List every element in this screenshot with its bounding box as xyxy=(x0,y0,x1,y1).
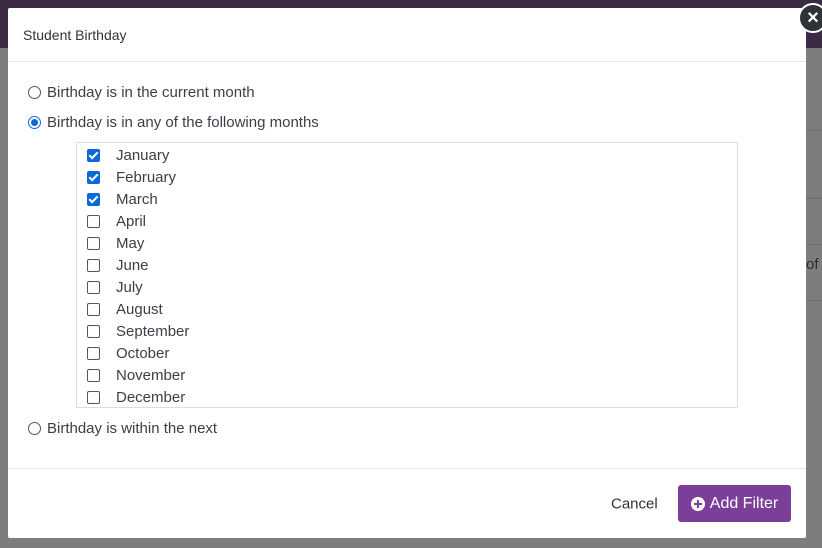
background-partial-text: of xyxy=(806,256,819,273)
month-item-september[interactable]: September xyxy=(87,320,189,342)
option-current-month[interactable]: Birthday is in the current month xyxy=(28,84,255,101)
background-divider xyxy=(806,130,822,131)
modal-footer: Cancel Add Filter xyxy=(8,468,806,539)
student-birthday-modal: Student Birthday Birthday is in the curr… xyxy=(8,3,822,539)
month-item-may[interactable]: May xyxy=(87,232,144,254)
month-label: July xyxy=(116,278,143,296)
month-label: April xyxy=(116,212,147,230)
checkbox-april[interactable] xyxy=(87,214,100,228)
checkbox-november[interactable] xyxy=(87,368,100,382)
month-label: March xyxy=(116,190,158,208)
checkbox-may[interactable] xyxy=(87,236,100,250)
option-label: Birthday is in the current month xyxy=(47,84,255,101)
month-label: May xyxy=(116,234,145,252)
background-divider xyxy=(806,300,822,301)
radio-current-month[interactable] xyxy=(28,86,41,99)
cancel-button[interactable]: Cancel xyxy=(611,496,658,513)
option-within-next[interactable]: Birthday is within the next xyxy=(28,420,217,437)
month-label: November xyxy=(116,366,186,384)
month-item-march[interactable]: March xyxy=(87,188,158,210)
month-label: January xyxy=(116,146,170,164)
option-label: Birthday is within the next xyxy=(47,420,218,437)
month-item-february[interactable]: February xyxy=(87,166,176,188)
background-divider xyxy=(806,198,822,199)
month-label: October xyxy=(116,344,170,362)
option-label: Birthday is in any of the following mont… xyxy=(47,114,319,131)
plus-circle-icon xyxy=(690,496,705,511)
checkbox-march[interactable] xyxy=(87,192,100,206)
month-item-november[interactable]: November xyxy=(87,364,185,386)
checkbox-january[interactable] xyxy=(87,148,100,162)
month-item-april[interactable]: April xyxy=(87,210,146,232)
month-label: June xyxy=(116,256,149,274)
checkbox-october[interactable] xyxy=(87,346,100,360)
modal-header: Student Birthday xyxy=(8,8,806,62)
checkbox-august[interactable] xyxy=(87,302,100,316)
month-label: September xyxy=(116,322,190,340)
month-list: January February March April May June Ju… xyxy=(76,142,738,408)
background-divider xyxy=(806,244,822,245)
month-item-january[interactable]: January xyxy=(87,144,169,166)
month-item-july[interactable]: July xyxy=(87,276,143,298)
month-item-august[interactable]: August xyxy=(87,298,163,320)
checkbox-july[interactable] xyxy=(87,280,100,294)
close-icon[interactable]: × xyxy=(798,3,822,33)
add-filter-button[interactable]: Add Filter xyxy=(678,485,791,522)
radio-within-next[interactable] xyxy=(28,422,41,435)
checkbox-february[interactable] xyxy=(87,170,100,184)
month-item-october[interactable]: October xyxy=(87,342,169,364)
month-label: August xyxy=(116,300,163,318)
modal-title: Student Birthday xyxy=(23,26,127,43)
month-label: December xyxy=(116,388,186,406)
radio-following-months[interactable] xyxy=(28,116,41,129)
checkbox-december[interactable] xyxy=(87,390,100,404)
add-filter-label: Add Filter xyxy=(709,494,779,512)
option-following-months[interactable]: Birthday is in any of the following mont… xyxy=(28,114,319,131)
month-item-december[interactable]: December xyxy=(87,386,185,408)
month-label: February xyxy=(116,168,177,186)
checkbox-june[interactable] xyxy=(87,258,100,272)
checkbox-september[interactable] xyxy=(87,324,100,338)
month-item-june[interactable]: June xyxy=(87,254,149,276)
